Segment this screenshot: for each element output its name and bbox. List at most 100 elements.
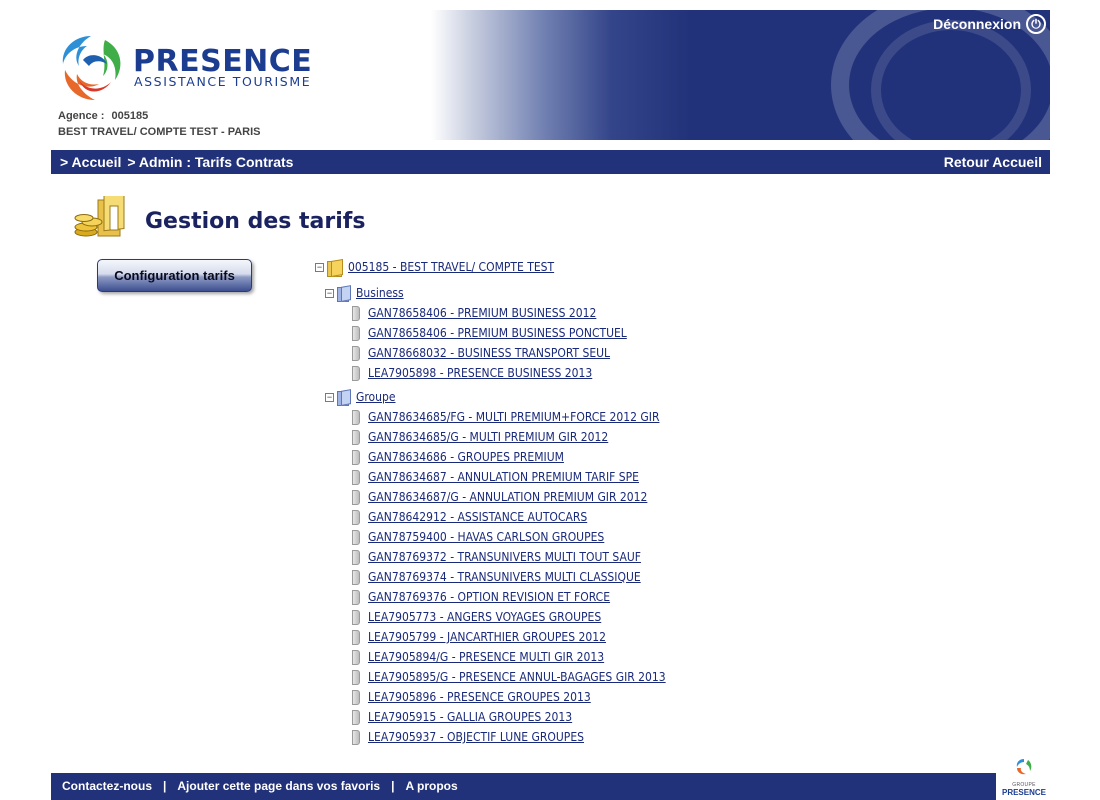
presence-logo-icon <box>62 36 121 100</box>
document-icon <box>351 610 361 625</box>
tree-item-link[interactable]: GAN78634686 - GROUPES PREMIUM <box>368 450 564 464</box>
folder-icon <box>327 260 343 277</box>
document-icon <box>351 550 361 565</box>
tree-item-link[interactable]: GAN78769374 - TRANSUNIVERS MULTI CLASSIQ… <box>368 570 641 584</box>
breadcrumb-bar: > Accueil > Admin : Tarifs Contrats Reto… <box>51 150 1050 174</box>
footer: Contactez-nous | Ajouter cette page dans… <box>51 773 996 800</box>
document-icon <box>351 590 361 605</box>
tree-item: LEA7905898 - PRESENCE BUSINESS 2013 <box>351 365 592 381</box>
breadcrumb-home-link[interactable]: > Accueil <box>60 154 121 170</box>
coins-folder-icon <box>74 196 125 237</box>
document-icon <box>351 630 361 645</box>
agency-info: Agence : 005185 <box>58 110 152 122</box>
document-icon <box>351 730 361 745</box>
tree-item-link[interactable]: GAN78634687 - ANNULATION PREMIUM TARIF S… <box>368 470 639 484</box>
document-icon <box>351 710 361 725</box>
document-icon <box>351 530 361 545</box>
tree-item-link[interactable]: GAN78658406 - PREMIUM BUSINESS PONCTUEL <box>368 326 627 340</box>
tree-item-link[interactable]: LEA7905799 - JANCARTHIER GROUPES 2012 <box>368 630 606 644</box>
tree-item: GAN78658406 - PREMIUM BUSINESS PONCTUEL <box>351 325 627 341</box>
tree-item: LEA7905915 - GALLIA GROUPES 2013 <box>351 709 572 725</box>
footer-favorites-link[interactable]: Ajouter cette page dans vos favoris <box>177 779 380 793</box>
footer-links: Contactez-nous | Ajouter cette page dans… <box>62 779 458 793</box>
header: PRESENCE ASSISTANCE TOURISME Agence : 00… <box>51 10 1050 140</box>
brand-tagline: ASSISTANCE TOURISME <box>134 74 312 89</box>
footer-contact-link[interactable]: Contactez-nous <box>62 779 152 793</box>
document-icon <box>351 410 361 425</box>
agency-code: 005185 <box>111 110 149 122</box>
document-icon <box>351 366 361 381</box>
tree-item-link[interactable]: GAN78634685/G - MULTI PREMIUM GIR 2012 <box>368 430 608 444</box>
tree-item: LEA7905937 - OBJECTIF LUNE GROUPES <box>351 729 584 745</box>
collapse-toggle-icon[interactable]: − <box>325 392 334 402</box>
tree-root-link[interactable]: 005185 - BEST TRAVEL/ COMPTE TEST <box>348 260 554 274</box>
tree-item: GAN78634687/G - ANNULATION PREMIUM GIR 2… <box>351 489 647 505</box>
tree-item-link[interactable]: LEA7905896 - PRESENCE GROUPES 2013 <box>368 690 591 704</box>
tree-item: GAN78759400 - HAVAS CARLSON GROUPES <box>351 529 604 545</box>
footer-about-link[interactable]: A propos <box>405 779 457 793</box>
tree-item: LEA7905773 - ANGERS VOYAGES GROUPES <box>351 609 601 625</box>
tree-group-business: − Business <box>325 285 404 302</box>
document-icon <box>351 346 361 361</box>
tree-item: LEA7905895/G - PRESENCE ANNUL-BAGAGES GI… <box>351 669 666 685</box>
tree-item: LEA7905896 - PRESENCE GROUPES 2013 <box>351 689 591 705</box>
document-icon <box>351 326 361 341</box>
tree-item-link[interactable]: GAN78634685/FG - MULTI PREMIUM+FORCE 201… <box>368 410 659 424</box>
back-home-link[interactable]: Retour Accueil <box>944 154 1042 170</box>
page-title: Gestion des tarifs <box>145 209 366 234</box>
tree-item: GAN78668032 - BUSINESS TRANSPORT SEUL <box>351 345 610 361</box>
tree-item-link[interactable]: LEA7905915 - GALLIA GROUPES 2013 <box>368 710 572 724</box>
tree-item: GAN78634685/G - MULTI PREMIUM GIR 2012 <box>351 429 608 445</box>
tree-root: − 005185 - BEST TRAVEL/ COMPTE TEST <box>315 259 554 277</box>
tree-group-link[interactable]: Business <box>356 286 404 300</box>
tree-item-link[interactable]: GAN78634687/G - ANNULATION PREMIUM GIR 2… <box>368 490 647 504</box>
tree-item: GAN78634687 - ANNULATION PREMIUM TARIF S… <box>351 469 639 485</box>
tree-item: GAN78769372 - TRANSUNIVERS MULTI TOUT SA… <box>351 549 641 565</box>
configuration-tarifs-button[interactable]: Configuration tarifs <box>97 259 252 292</box>
collapse-toggle-icon[interactable]: − <box>325 288 334 298</box>
logout-button[interactable]: Déconnexion ⏻ <box>933 14 1046 34</box>
groupe-presence-logo-icon <box>1016 759 1032 775</box>
document-icon <box>351 670 361 685</box>
document-icon <box>351 490 361 505</box>
tree-item-link[interactable]: GAN78668032 - BUSINESS TRANSPORT SEUL <box>368 346 610 360</box>
agency-name: BEST TRAVEL/ COMPTE TEST - PARIS <box>58 126 261 138</box>
tree-item-link[interactable]: GAN78658406 - PREMIUM BUSINESS 2012 <box>368 306 596 320</box>
document-icon <box>351 470 361 485</box>
logout-label: Déconnexion <box>933 16 1021 32</box>
tree-item-link[interactable]: GAN78769372 - TRANSUNIVERS MULTI TOUT SA… <box>368 550 641 564</box>
document-icon <box>351 306 361 321</box>
tree-item-link[interactable]: GAN78759400 - HAVAS CARLSON GROUPES <box>368 530 604 544</box>
footer-separator: | <box>391 779 395 793</box>
page: PRESENCE ASSISTANCE TOURISME Agence : 00… <box>0 0 1100 800</box>
groupe-presence-logo: GROUPE PRESENCE <box>998 758 1050 798</box>
footer-separator: | <box>163 779 167 793</box>
document-icon <box>351 650 361 665</box>
document-icon <box>351 510 361 525</box>
tree-item: LEA7905799 - JANCARTHIER GROUPES 2012 <box>351 629 606 645</box>
tree-item: GAN78658406 - PREMIUM BUSINESS 2012 <box>351 305 596 321</box>
tree-item-link[interactable]: GAN78769376 - OPTION REVISION ET FORCE <box>368 590 610 604</box>
tree-group-groupe: − Groupe <box>325 389 396 406</box>
collapse-toggle-icon[interactable]: − <box>315 262 324 272</box>
tree-item-link[interactable]: LEA7905895/G - PRESENCE ANNUL-BAGAGES GI… <box>368 670 666 684</box>
tree-item-link[interactable]: GAN78642912 - ASSISTANCE AUTOCARS <box>368 510 587 524</box>
tree-item: GAN78769374 - TRANSUNIVERS MULTI CLASSIQ… <box>351 569 641 585</box>
folder-icon <box>337 390 351 406</box>
breadcrumb: > Accueil > Admin : Tarifs Contrats <box>60 154 293 170</box>
document-icon <box>351 430 361 445</box>
tree-item-link[interactable]: LEA7905937 - OBJECTIF LUNE GROUPES <box>368 730 584 744</box>
tree-item-link[interactable]: LEA7905898 - PRESENCE BUSINESS 2013 <box>368 366 592 380</box>
tree-item-link[interactable]: LEA7905894/G - PRESENCE MULTI GIR 2013 <box>368 650 604 664</box>
document-icon <box>351 450 361 465</box>
tree-item: GAN78769376 - OPTION REVISION ET FORCE <box>351 589 610 605</box>
power-icon: ⏻ <box>1026 14 1046 34</box>
tree-group-link[interactable]: Groupe <box>356 390 396 404</box>
tree-item: GAN78634686 - GROUPES PREMIUM <box>351 449 564 465</box>
breadcrumb-admin-link[interactable]: > Admin : Tarifs Contrats <box>127 154 293 170</box>
document-icon <box>351 570 361 585</box>
document-icon <box>351 690 361 705</box>
tree-item: GAN78634685/FG - MULTI PREMIUM+FORCE 201… <box>351 409 659 425</box>
agency-label: Agence : <box>58 110 105 122</box>
tree-item-link[interactable]: LEA7905773 - ANGERS VOYAGES GROUPES <box>368 610 601 624</box>
